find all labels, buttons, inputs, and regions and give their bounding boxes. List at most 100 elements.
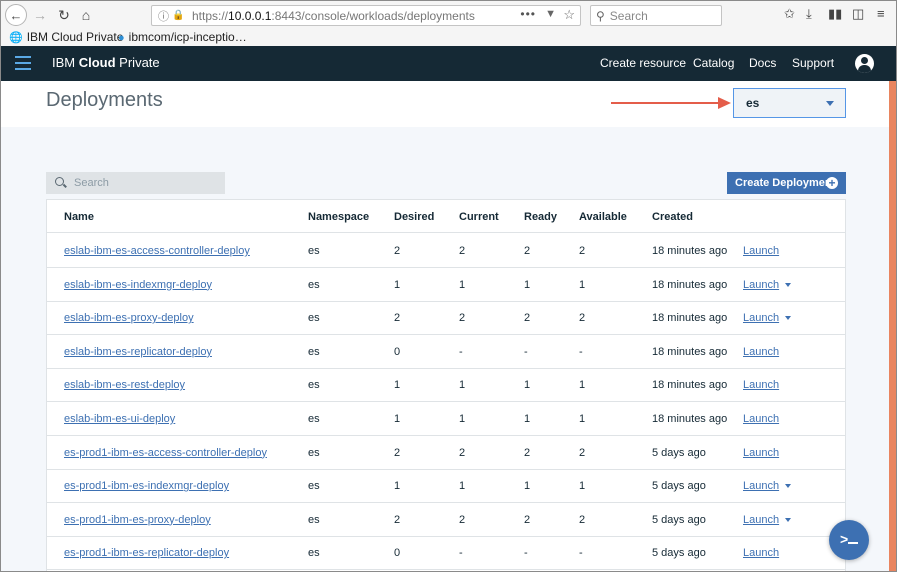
cell-namespace: es bbox=[308, 446, 320, 459]
cell-name[interactable]: eslab-ibm-es-ui-deploy bbox=[64, 413, 175, 425]
cell-created: 18 minutes ago bbox=[652, 312, 728, 325]
deployments-table: Name Namespace Desired Current Ready Ava… bbox=[46, 199, 846, 571]
cell-name[interactable]: es-prod1-ibm-es-replicator-deploy bbox=[64, 547, 229, 559]
brand-logo[interactable]: IBM Cloud Private bbox=[52, 55, 160, 70]
nav-catalog[interactable]: Catalog bbox=[693, 56, 734, 70]
address-bar[interactable]: ⓘ 🔒 https://10.0.0.1:8443/console/worklo… bbox=[151, 5, 581, 26]
launch-link[interactable]: Launch bbox=[743, 480, 779, 492]
library-icon[interactable]: ▮▮ bbox=[828, 6, 842, 22]
sidebar-icon[interactable]: ◫ bbox=[852, 6, 864, 22]
chevron-down-icon[interactable] bbox=[785, 484, 792, 489]
cell-namespace: es bbox=[308, 379, 320, 392]
pocket-save-icon[interactable]: ✩ bbox=[784, 6, 795, 22]
pocket-icon[interactable]: ▼ bbox=[545, 8, 556, 20]
cell-current: - bbox=[459, 547, 463, 560]
cell-ready: - bbox=[524, 547, 528, 560]
cell-current: 1 bbox=[459, 278, 466, 291]
cell-namespace: es bbox=[308, 312, 320, 325]
column-header-namespace[interactable]: Namespace bbox=[308, 211, 369, 223]
cell-name[interactable]: es-prod1-ibm-es-proxy-deploy bbox=[64, 514, 211, 526]
cell-desired: 2 bbox=[394, 513, 401, 526]
cell-name[interactable]: es-prod1-ibm-es-indexmgr-deploy bbox=[64, 480, 229, 492]
chevron-down-icon[interactable] bbox=[785, 316, 792, 321]
create-deployment-button[interactable]: Create Deployment + bbox=[727, 172, 846, 194]
table-row: eslab-ibm-es-ui-deploy es 1 1 1 1 18 minutes a… bbox=[47, 402, 845, 436]
search-input[interactable]: Search bbox=[46, 172, 225, 194]
cell-namespace: es bbox=[308, 345, 320, 358]
nav-docs[interactable]: Docs bbox=[749, 56, 776, 70]
search-icon: ⚲ bbox=[596, 8, 605, 23]
menu-icon[interactable]: ≡ bbox=[877, 6, 885, 21]
cell-name[interactable]: eslab-ibm-es-rest-deploy bbox=[64, 379, 185, 391]
terminal-button[interactable]: > bbox=[829, 520, 869, 560]
cell-available: 1 bbox=[579, 480, 586, 493]
cell-name[interactable]: eslab-ibm-es-replicator-deploy bbox=[64, 346, 212, 358]
cell-name[interactable]: eslab-ibm-es-access-controller-deploy bbox=[64, 245, 250, 257]
cell-desired: 2 bbox=[394, 312, 401, 325]
launch-link[interactable]: Launch bbox=[743, 245, 779, 257]
cell-available: 2 bbox=[579, 245, 586, 257]
launch-link[interactable]: Launch bbox=[743, 279, 779, 291]
scrollbar[interactable] bbox=[889, 81, 896, 571]
launch-link[interactable]: Launch bbox=[743, 547, 779, 559]
url-text[interactable]: https://10.0.0.1:8443/console/workloads/… bbox=[192, 9, 475, 23]
cell-created: 5 days ago bbox=[652, 513, 706, 526]
home-icon[interactable]: ⌂ bbox=[75, 4, 97, 26]
table-header: Name Namespace Desired Current Ready Ava… bbox=[47, 200, 845, 233]
cell-current: 2 bbox=[459, 245, 466, 257]
namespace-dropdown[interactable]: es bbox=[733, 88, 846, 118]
cell-action: Launch bbox=[743, 480, 792, 492]
column-header-desired[interactable]: Desired bbox=[394, 211, 434, 223]
bookmark-ibmcom[interactable]: ● ibmcom/icp-inceptio… bbox=[118, 30, 247, 44]
launch-link[interactable]: Launch bbox=[743, 413, 779, 425]
cell-current: - bbox=[459, 345, 463, 358]
forward-arrow-icon[interactable]: → bbox=[29, 4, 51, 26]
reload-icon[interactable]: ↻ bbox=[53, 4, 75, 26]
column-header-ready[interactable]: Ready bbox=[524, 211, 557, 223]
cell-namespace: es bbox=[308, 413, 320, 425]
column-header-created[interactable]: Created bbox=[652, 211, 693, 223]
downloads-icon[interactable]: ⤓ bbox=[806, 6, 812, 22]
column-header-current[interactable]: Current bbox=[459, 211, 499, 223]
table-row: eslab-ibm-es-indexmgr-deploy es 1 1 1 1 18 min… bbox=[47, 268, 845, 302]
column-header-name[interactable]: Name bbox=[64, 211, 94, 223]
launch-link[interactable]: Launch bbox=[743, 447, 779, 459]
nav-support[interactable]: Support bbox=[792, 56, 834, 70]
search-icon bbox=[55, 177, 64, 186]
cell-desired: 2 bbox=[394, 245, 401, 257]
cell-name[interactable]: eslab-ibm-es-proxy-deploy bbox=[64, 312, 194, 324]
launch-link[interactable]: Launch bbox=[743, 379, 779, 391]
cell-name[interactable]: eslab-ibm-es-indexmgr-deploy bbox=[64, 279, 212, 291]
cell-created: 5 days ago bbox=[652, 480, 706, 493]
cell-namespace: es bbox=[308, 480, 320, 493]
cell-current: 1 bbox=[459, 413, 466, 425]
browser-search-input[interactable]: ⚲ Search bbox=[590, 5, 722, 26]
cell-created: 18 minutes ago bbox=[652, 278, 728, 291]
cell-namespace: es bbox=[308, 245, 320, 257]
bookmark-star-icon[interactable]: ☆ bbox=[563, 7, 575, 23]
cell-ready: 1 bbox=[524, 379, 531, 392]
chevron-down-icon[interactable] bbox=[785, 517, 792, 522]
page-actions-icon[interactable]: ••• bbox=[520, 7, 536, 21]
column-header-available[interactable]: Available bbox=[579, 211, 627, 223]
info-icon[interactable]: ⓘ bbox=[158, 8, 172, 24]
cell-action: Launch bbox=[743, 312, 792, 324]
hamburger-menu-icon[interactable] bbox=[15, 56, 31, 70]
lock-warning-icon[interactable]: 🔒 bbox=[172, 10, 186, 21]
launch-link[interactable]: Launch bbox=[743, 312, 779, 324]
bookmark-ibm-cloud-private[interactable]: 🌐 IBM Cloud Private bbox=[9, 30, 123, 44]
terminal-prompt-icon: > bbox=[840, 531, 849, 547]
chevron-down-icon[interactable] bbox=[785, 282, 792, 287]
launch-link[interactable]: Launch bbox=[743, 346, 779, 358]
table-row: es-prod1-ibm-es-indexmgr-deploy es 1 1 1 1 5 d… bbox=[47, 469, 845, 504]
cell-created: 18 minutes ago bbox=[652, 379, 728, 392]
cell-name[interactable]: es-prod1-ibm-es-access-controller-deploy bbox=[64, 447, 267, 459]
user-avatar-icon[interactable] bbox=[855, 54, 874, 73]
cell-available: 1 bbox=[579, 413, 586, 425]
back-arrow-icon[interactable]: ← bbox=[5, 4, 27, 26]
nav-create-resource[interactable]: Create resource bbox=[600, 56, 686, 70]
docker-whale-icon: ● bbox=[118, 32, 125, 44]
launch-link[interactable]: Launch bbox=[743, 514, 779, 526]
app-header: IBM Cloud Private Create resource Catalo… bbox=[1, 46, 896, 81]
page-title: Deployments bbox=[46, 89, 163, 111]
